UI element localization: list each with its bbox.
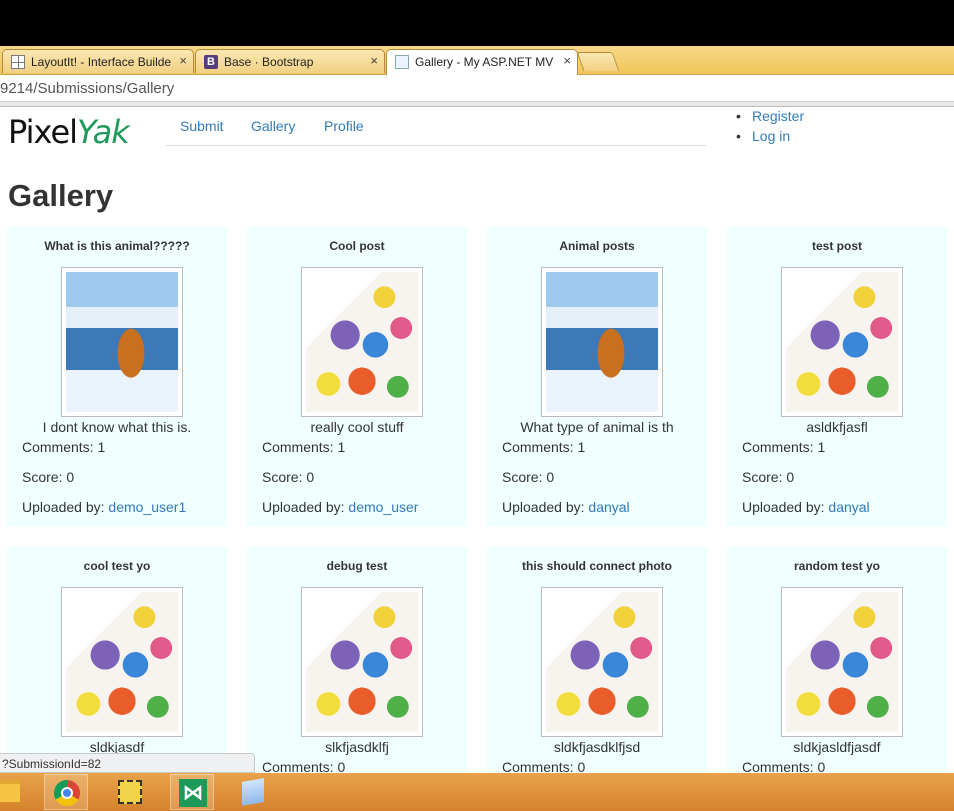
card-thumbnail[interactable] — [301, 587, 423, 737]
register-link[interactable]: Register — [736, 108, 804, 128]
nav-submit[interactable]: Submit — [180, 118, 224, 134]
gallery-card: this should connect photo sldkfjasdklfjs… — [487, 547, 707, 773]
card-description: sldkjasldfjasdf — [793, 739, 881, 755]
windows-taskbar: ⋈ — [0, 773, 954, 811]
main-nav: Submit Gallery Profile — [166, 107, 706, 146]
card-comments: Comments: 1 — [742, 439, 826, 455]
card-uploader: Uploaded by: demo_user — [262, 499, 419, 515]
address-bar[interactable]: 9214/Submissions/Gallery — [0, 75, 954, 102]
gallery-card: Animal posts What type of animal is th C… — [487, 227, 707, 527]
nav-gallery[interactable]: Gallery — [251, 118, 295, 134]
pokemon-image — [786, 592, 898, 732]
card-description: really cool stuff — [310, 419, 404, 435]
gallery-card: cool test yo sldkjasdf — [7, 547, 227, 773]
screen-top-bar — [0, 0, 954, 46]
tab-title: Gallery - My ASP.NET MV — [415, 55, 554, 69]
card-title: random test yo — [793, 559, 880, 573]
card-comments: Comments: 0 — [262, 759, 346, 773]
card-title: debug test — [326, 559, 388, 573]
account-links: Register Log in — [736, 108, 804, 148]
card-comments: Comments: 1 — [22, 439, 106, 455]
card-title: this should connect photo — [522, 559, 672, 573]
card-comments: Comments: 1 — [262, 439, 346, 455]
browser-tab-strip: LayoutIt! - Interface Builde × B Base · … — [0, 46, 954, 75]
tab-title: LayoutIt! - Interface Builde — [31, 55, 171, 69]
tiger-image — [546, 272, 658, 412]
card-comments: Comments: 0 — [502, 759, 586, 773]
logo-text-yak: Yak — [77, 113, 130, 151]
card-comments: Comments: 0 — [742, 759, 826, 773]
page-title: Gallery — [8, 178, 114, 213]
pokemon-image — [546, 592, 658, 732]
card-thumbnail[interactable] — [541, 267, 663, 417]
close-icon[interactable]: × — [370, 53, 378, 68]
card-uploader: Uploaded by: danyal — [502, 499, 630, 515]
card-score: Score: 0 — [742, 469, 795, 485]
nav-profile[interactable]: Profile — [324, 118, 364, 134]
visual-studio-button[interactable]: ⋈ — [170, 774, 214, 810]
link-status-bubble: ?SubmissionId=82 — [0, 753, 255, 773]
tab-gallery[interactable]: Gallery - My ASP.NET MV × — [386, 49, 578, 75]
tab-title: Base · Bootstrap — [224, 55, 314, 69]
card-description: What type of animal is th — [520, 419, 674, 435]
card-title: What is this animal????? — [44, 239, 190, 253]
card-uploader: Uploaded by: danyal — [742, 499, 870, 515]
tab-bootstrap[interactable]: B Base · Bootstrap × — [195, 49, 385, 73]
tiger-image — [66, 272, 178, 412]
pokemon-image — [306, 592, 418, 732]
tab-layoutit[interactable]: LayoutIt! - Interface Builde × — [2, 49, 194, 73]
card-uploader: Uploaded by: demo_user1 — [22, 499, 187, 515]
card-thumbnail[interactable] — [541, 587, 663, 737]
site-logo[interactable]: PixelYak — [8, 113, 130, 151]
page-icon — [395, 55, 409, 69]
login-link[interactable]: Log in — [736, 128, 804, 148]
card-thumbnail[interactable] — [61, 267, 183, 417]
uploader-link[interactable]: danyal — [588, 499, 629, 515]
card-description: slkfjasdklfj — [325, 739, 389, 755]
gallery-card: debug test slkfjasdklfj Comments: 0 — [247, 547, 467, 773]
card-description: sldkfjasdklfjsd — [553, 739, 641, 755]
card-score: Score: 0 — [22, 469, 75, 485]
gallery-card: What is this animal????? I dont know wha… — [7, 227, 227, 527]
gallery-card: random test yo sldkjasldfjasdf Comments:… — [727, 547, 947, 773]
notepad-button[interactable] — [232, 774, 276, 810]
card-description: asldkfjasfl — [806, 419, 868, 435]
gallery-card: Cool post really cool stuff Comments: 1 … — [247, 227, 467, 527]
gallery-card: test post asldkfjasfl Comments: 1 Score:… — [727, 227, 947, 527]
new-tab-button[interactable] — [576, 52, 620, 71]
card-title: test post — [811, 239, 862, 253]
uploader-link[interactable]: demo_user — [348, 499, 418, 515]
url-text[interactable]: 9214/Submissions/Gallery — [0, 80, 174, 97]
card-title: Cool post — [329, 239, 385, 253]
pokemon-image — [306, 272, 418, 412]
card-description: I dont know what this is. — [42, 419, 192, 435]
tools-button[interactable] — [108, 774, 152, 810]
card-title: cool test yo — [83, 559, 151, 573]
card-title: Animal posts — [559, 239, 635, 253]
chrome-icon — [54, 780, 80, 806]
notepad-icon — [242, 778, 264, 806]
card-thumbnail[interactable] — [301, 267, 423, 417]
chrome-button[interactable] — [44, 774, 88, 810]
close-icon[interactable]: × — [563, 53, 571, 68]
pokemon-image — [786, 272, 898, 412]
tools-icon — [118, 780, 142, 804]
card-thumbnail[interactable] — [61, 587, 183, 737]
card-comments: Comments: 1 — [502, 439, 586, 455]
uploader-link[interactable]: danyal — [828, 499, 869, 515]
pokemon-image — [66, 592, 178, 732]
uploader-link[interactable]: demo_user1 — [108, 499, 186, 515]
close-icon[interactable]: × — [179, 53, 187, 68]
bootstrap-icon: B — [204, 55, 218, 69]
card-thumbnail[interactable] — [781, 587, 903, 737]
card-score: Score: 0 — [502, 469, 555, 485]
web-page: PixelYak Submit Gallery Profile Register… — [0, 107, 954, 773]
card-thumbnail[interactable] — [781, 267, 903, 417]
card-score: Score: 0 — [262, 469, 315, 485]
file-explorer-icon — [0, 780, 20, 802]
logo-text-pixel: Pixel — [8, 113, 78, 151]
visual-studio-icon: ⋈ — [179, 779, 207, 807]
grid-icon — [11, 55, 25, 69]
file-explorer-button[interactable] — [0, 774, 24, 810]
